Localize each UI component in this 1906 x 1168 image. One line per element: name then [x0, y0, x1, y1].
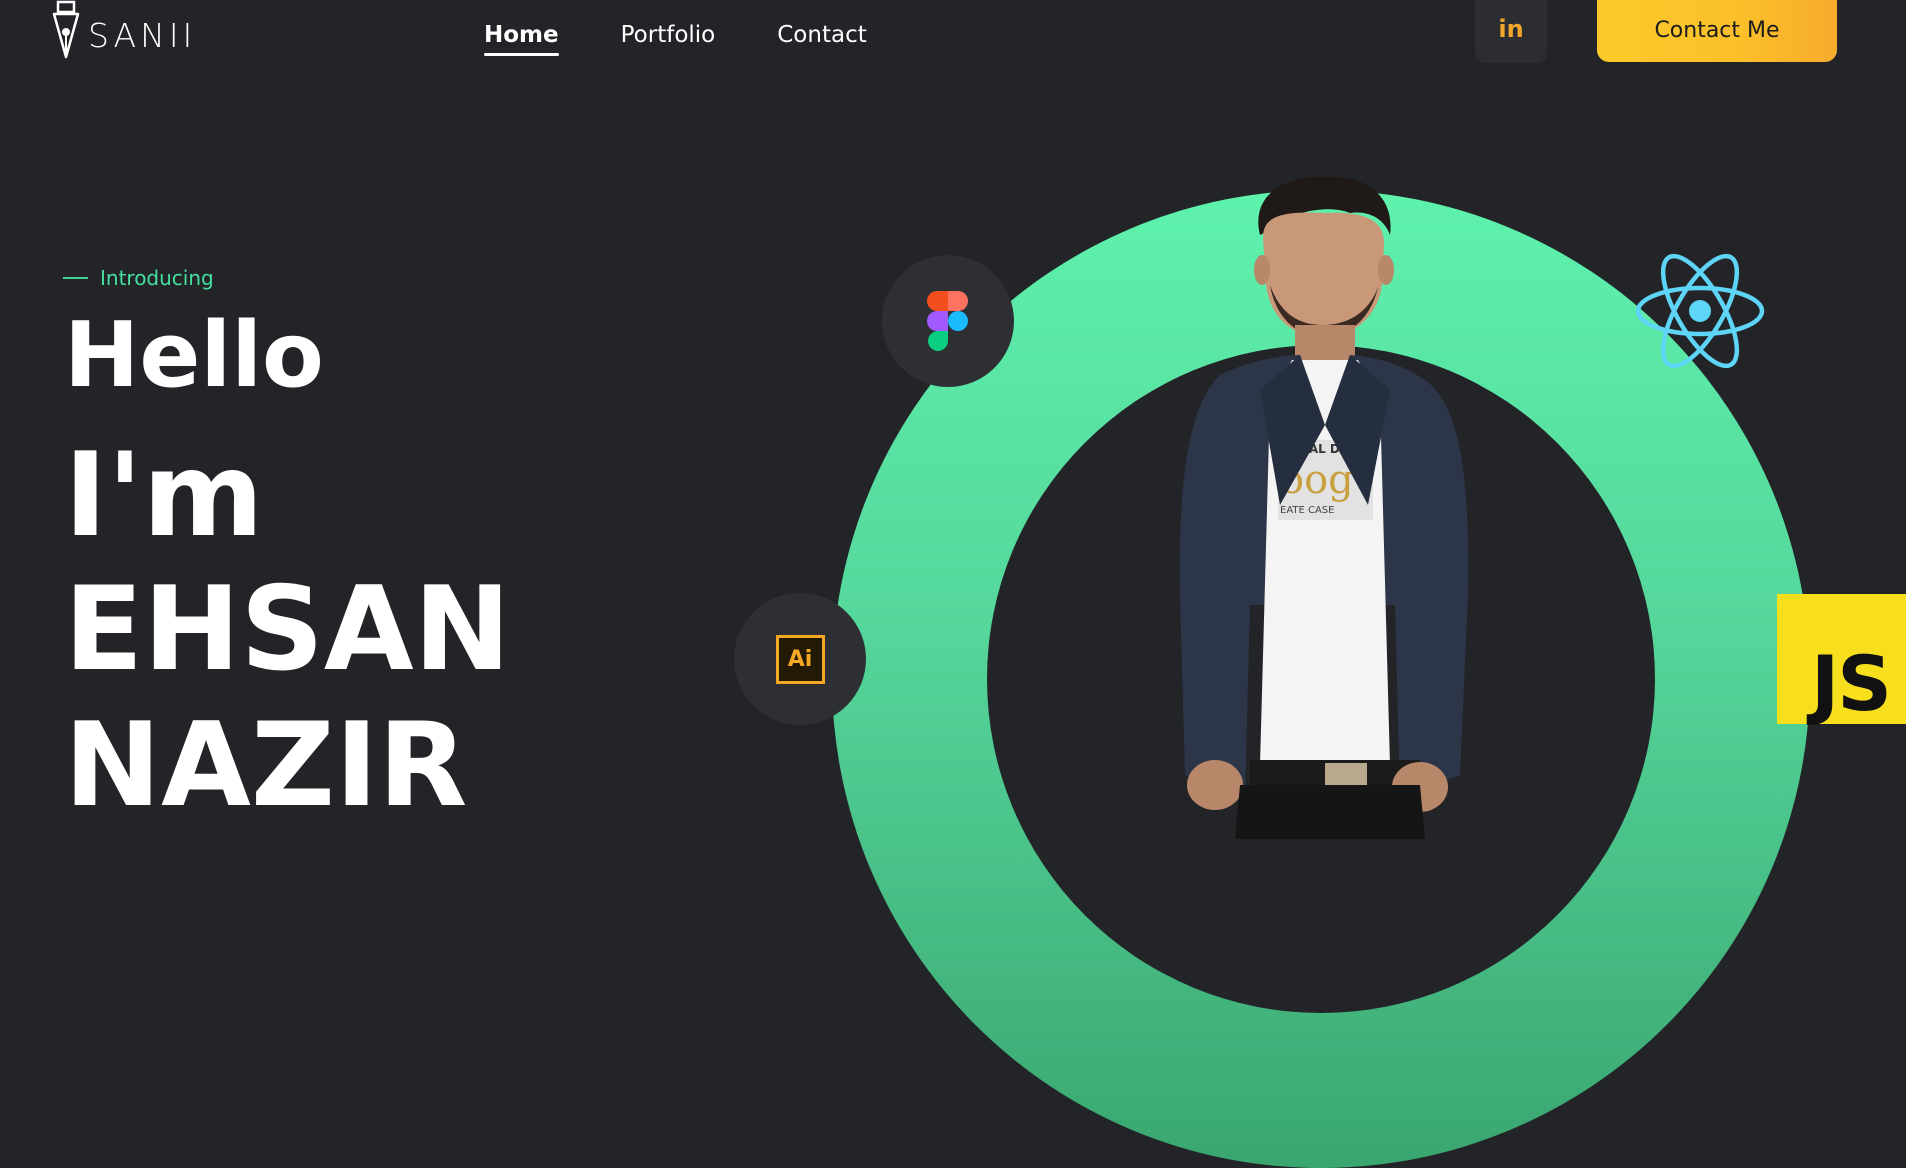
pen-nib-icon	[52, 0, 80, 59]
logo[interactable]: SANII	[46, 0, 196, 60]
hero-first-name: EHSAN	[64, 562, 511, 697]
logo-text: SANII	[88, 16, 197, 55]
javascript-badge: JS	[1777, 594, 1906, 724]
contact-me-label: Contact Me	[1654, 17, 1780, 43]
hero-greeting: Hello	[64, 303, 324, 408]
react-icon	[1635, 253, 1765, 369]
hero-im: I'm	[64, 428, 264, 563]
figma-bubble	[882, 255, 1014, 387]
eyebrow-line	[63, 277, 88, 279]
eyebrow-text: Introducing	[100, 266, 214, 290]
linkedin-icon: in	[1498, 14, 1524, 43]
nav-link-home[interactable]: Home	[484, 22, 559, 56]
hero-last-name: NAZIR	[64, 698, 468, 833]
svg-text:EATE CASE: EATE CASE	[1280, 505, 1334, 516]
contact-me-button[interactable]: Contact Me	[1597, 0, 1837, 62]
illustrator-label: Ai	[787, 646, 813, 672]
illustrator-bubble: Ai	[734, 593, 866, 725]
figma-icon	[927, 291, 968, 351]
profile-photo: IGINAL DES oog EATE CASE	[1179, 176, 1469, 839]
eyebrow: Introducing	[63, 266, 214, 290]
nav-link-contact[interactable]: Contact	[777, 22, 866, 54]
illustrator-icon: Ai	[775, 634, 825, 684]
nav-link-portfolio[interactable]: Portfolio	[621, 22, 716, 54]
linkedin-button[interactable]: in	[1475, 0, 1547, 63]
javascript-label: JS	[1811, 639, 1892, 728]
main-nav: Home Portfolio Contact	[484, 22, 867, 56]
